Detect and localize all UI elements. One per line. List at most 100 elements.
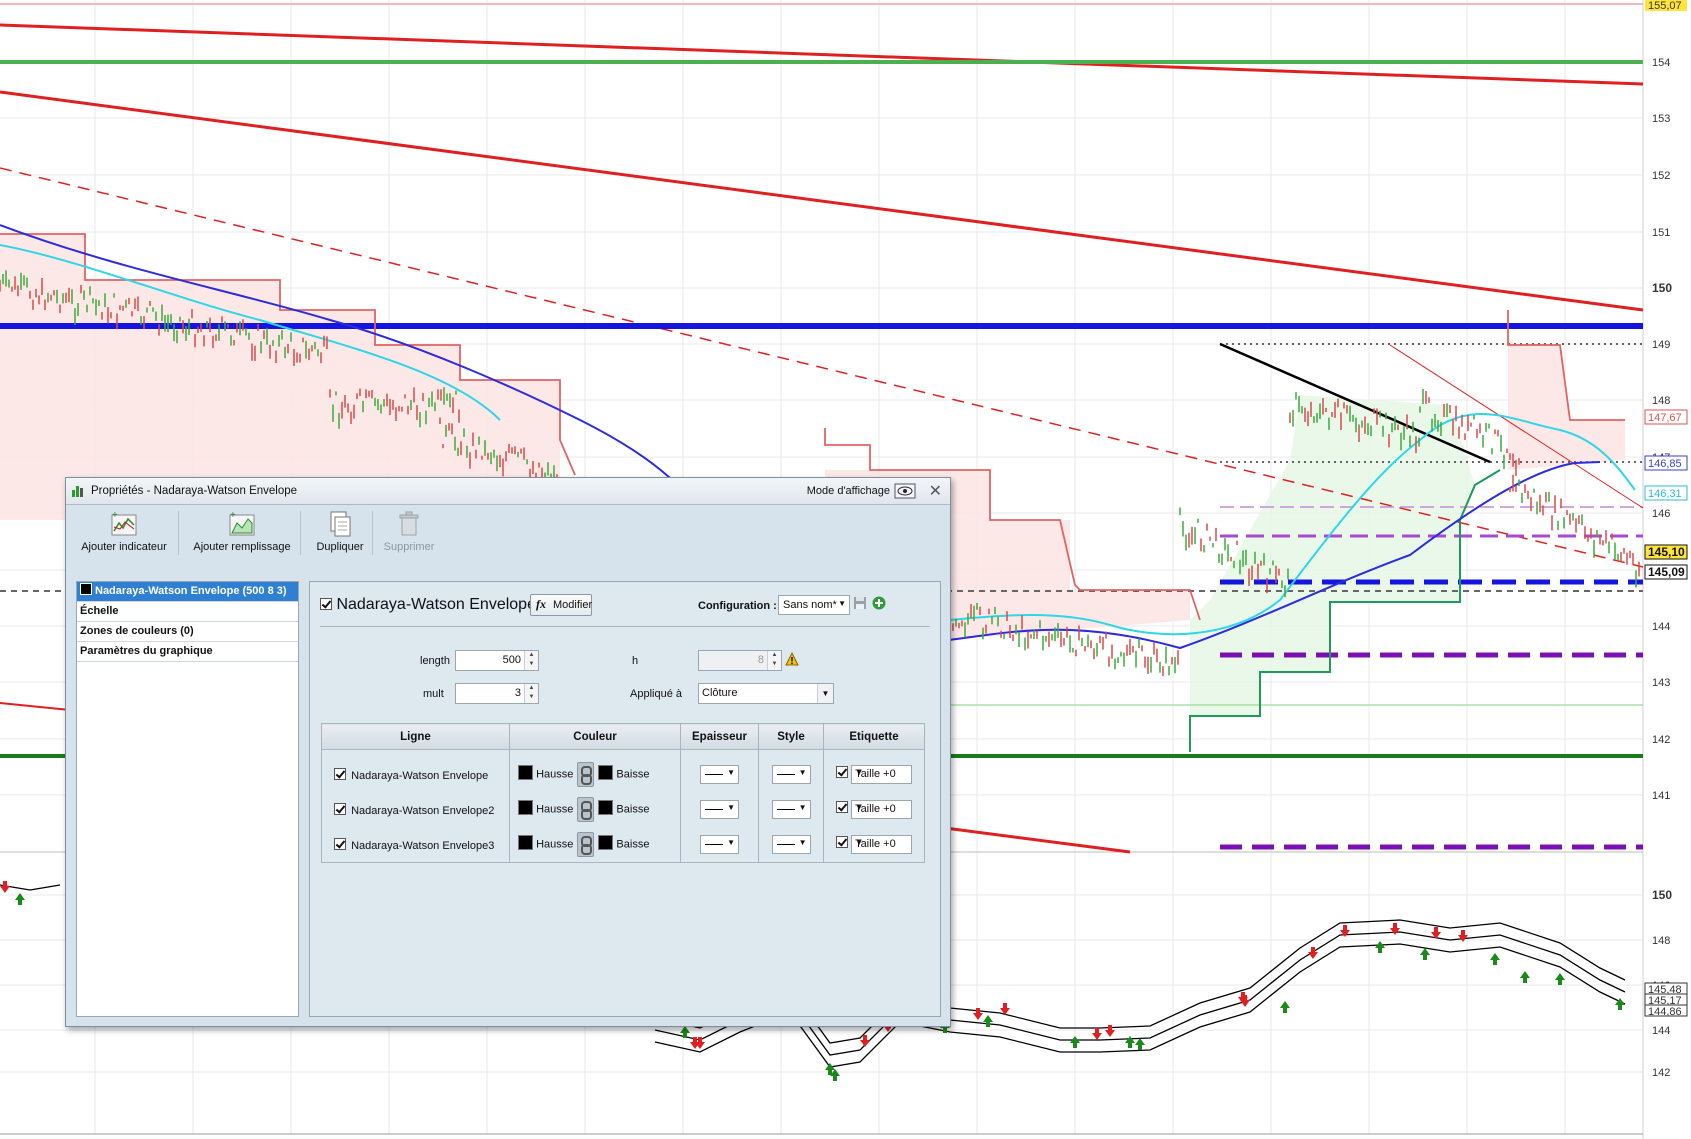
- lower-axis-tick-label: 144: [1652, 1025, 1670, 1037]
- add-fill-icon: +: [229, 510, 255, 536]
- toolbar-separator: [300, 511, 301, 555]
- link-icon[interactable]: [577, 797, 595, 822]
- mult-value: 3: [514, 687, 521, 699]
- add-config-icon[interactable]: [872, 596, 886, 610]
- indicator-settings-panel: Nadaraya-Watson Envelope fx Modifier Con…: [309, 581, 941, 1017]
- divider: [320, 626, 930, 627]
- warning-icon: [785, 652, 799, 666]
- configuration-label: Configuration :: [698, 600, 777, 612]
- axis-tick-label: 152: [1652, 170, 1670, 182]
- indicator-list-panel: Nadaraya-Watson Envelope (500 8 3) Échel…: [76, 581, 299, 1017]
- down-color-label: Baisse: [616, 803, 650, 816]
- line-visible-checkbox[interactable]: [334, 837, 346, 850]
- up-color-swatch[interactable]: [518, 835, 533, 851]
- h-stepper[interactable]: 8 ▲ ▼: [698, 650, 782, 671]
- line-name: Nadaraya-Watson Envelope3: [351, 839, 495, 852]
- up-color-swatch[interactable]: [518, 800, 533, 816]
- chevron-down-icon: ▼: [798, 768, 807, 777]
- list-item-chart-params[interactable]: Paramètres du graphique: [77, 642, 298, 662]
- thickness-select[interactable]: ▼: [700, 765, 739, 784]
- list-item-indicator[interactable]: Nadaraya-Watson Envelope (500 8 3): [77, 582, 298, 602]
- label-size-select[interactable]: Taille +0 ▼: [851, 800, 913, 819]
- line-visible-checkbox[interactable]: [334, 802, 346, 815]
- chevron-down-icon: ▼: [838, 599, 846, 608]
- duplicate-button[interactable]: Dupliquer: [310, 505, 370, 561]
- configuration-select[interactable]: Sans nom* ▼: [778, 595, 850, 615]
- applied-to-label: Appliqué à: [630, 688, 682, 700]
- axis-tick-label: 141: [1652, 790, 1670, 802]
- chevron-down-icon: ▼: [727, 768, 735, 777]
- dialog-title-bar[interactable]: Propriétés - Nadaraya-Watson Envelope Mo…: [66, 478, 950, 505]
- save-icon[interactable]: [853, 596, 867, 610]
- indicator-name: Nadaraya-Watson Envelope: [336, 596, 536, 613]
- thickness-select[interactable]: ▼: [700, 835, 739, 854]
- close-icon[interactable]: ✕: [929, 481, 942, 501]
- eye-icon[interactable]: [894, 483, 916, 499]
- table-row: Nadaraya-Watson Envelope2 Hausse Baisse ▼…: [321, 792, 925, 827]
- length-stepper[interactable]: 500 ▲ ▼: [455, 650, 539, 671]
- label-size-select[interactable]: Taille +0 ▼: [851, 835, 913, 854]
- spinner-arrows-icon[interactable]: ▲ ▼: [767, 651, 781, 670]
- link-icon[interactable]: [577, 832, 595, 857]
- label-visible-checkbox[interactable]: [836, 766, 848, 779]
- label-visible-checkbox[interactable]: [836, 836, 848, 849]
- thickness-select[interactable]: ▼: [700, 800, 739, 819]
- chevron-down-icon: ▼: [798, 803, 807, 812]
- down-color-swatch[interactable]: [598, 800, 614, 816]
- line-name: Nadaraya-Watson Envelope: [351, 769, 489, 782]
- spinner-arrows-icon[interactable]: ▲ ▼: [524, 651, 538, 670]
- add-fill-button[interactable]: + Ajouter remplissage: [190, 505, 294, 561]
- display-mode-label[interactable]: Mode d'affichage: [807, 485, 890, 497]
- up-color-swatch[interactable]: [518, 765, 533, 781]
- table-row: Nadaraya-Watson Envelope Hausse Baisse ▼ ▼…: [321, 749, 925, 792]
- style-select[interactable]: ▼: [771, 800, 811, 819]
- mult-stepper[interactable]: 3 ▲ ▼: [455, 683, 539, 704]
- lower-axis-tick-label: 142: [1652, 1067, 1670, 1079]
- link-icon[interactable]: [577, 762, 595, 787]
- down-color-swatch[interactable]: [598, 835, 614, 851]
- axis-tick-label: 148: [1652, 395, 1670, 407]
- price-label: 145,09: [1648, 565, 1685, 579]
- svg-text:+: +: [112, 510, 118, 521]
- up-color-label: Hausse: [536, 838, 574, 851]
- axis-tick-label: 150: [1652, 281, 1672, 295]
- spinner-arrows-icon[interactable]: ▲ ▼: [524, 684, 538, 703]
- modify-button[interactable]: fx Modifier: [530, 594, 592, 616]
- price-label: 146,31: [1648, 488, 1682, 500]
- style-select[interactable]: ▼: [771, 765, 811, 784]
- delete-button[interactable]: Supprimer: [378, 505, 440, 561]
- style-select[interactable]: ▼: [771, 835, 811, 854]
- toolbar-separator: [372, 511, 373, 555]
- lower-axis-tick-label: 150: [1652, 888, 1672, 902]
- up-color-label: Hausse: [536, 768, 574, 781]
- list-item-scale[interactable]: Échelle: [77, 602, 298, 622]
- duplicate-label: Dupliquer: [316, 541, 364, 553]
- price-label: 146,85: [1648, 458, 1682, 470]
- length-value: 500: [502, 654, 521, 666]
- applied-to-select[interactable]: Clôture ▼: [698, 683, 834, 704]
- dialog-title: Propriétés - Nadaraya-Watson Envelope: [91, 485, 298, 497]
- add-fill-label: Ajouter remplissage: [193, 541, 291, 553]
- label-visible-checkbox[interactable]: [836, 801, 848, 814]
- axis-tick-label: 153: [1652, 113, 1670, 125]
- price-label: 147,67: [1648, 412, 1682, 424]
- dialog-toolbar: + Ajouter indicateur + Ajouter remplissa…: [66, 505, 950, 561]
- axis-tick-label: 149: [1652, 339, 1670, 351]
- list-item-color-zones[interactable]: Zones de couleurs (0): [77, 622, 298, 642]
- axis-tick-label: 146: [1652, 508, 1670, 520]
- line-visible-checkbox[interactable]: [334, 767, 346, 780]
- add-indicator-button[interactable]: + Ajouter indicateur: [80, 505, 168, 561]
- label-size-select[interactable]: Taille +0 ▼: [851, 765, 913, 784]
- chevron-down-icon: ▼: [798, 838, 807, 847]
- trash-icon: [399, 511, 419, 536]
- chevron-down-icon: ▼: [855, 803, 863, 812]
- properties-dialog: Propriétés - Nadaraya-Watson Envelope Mo…: [65, 477, 951, 1027]
- lower-axis-tick-label: 148: [1652, 935, 1670, 947]
- lines-table: Ligne Couleur Epaisseur Style Etiquette …: [321, 723, 925, 863]
- up-color-label: Hausse: [536, 803, 574, 816]
- column-header-line: Ligne: [321, 723, 510, 750]
- indicator-enabled-checkbox[interactable]: [320, 598, 332, 610]
- top-price-label: 155,07: [1648, 0, 1682, 12]
- down-color-swatch[interactable]: [598, 765, 614, 781]
- list-item-label: Échelle: [80, 605, 119, 617]
